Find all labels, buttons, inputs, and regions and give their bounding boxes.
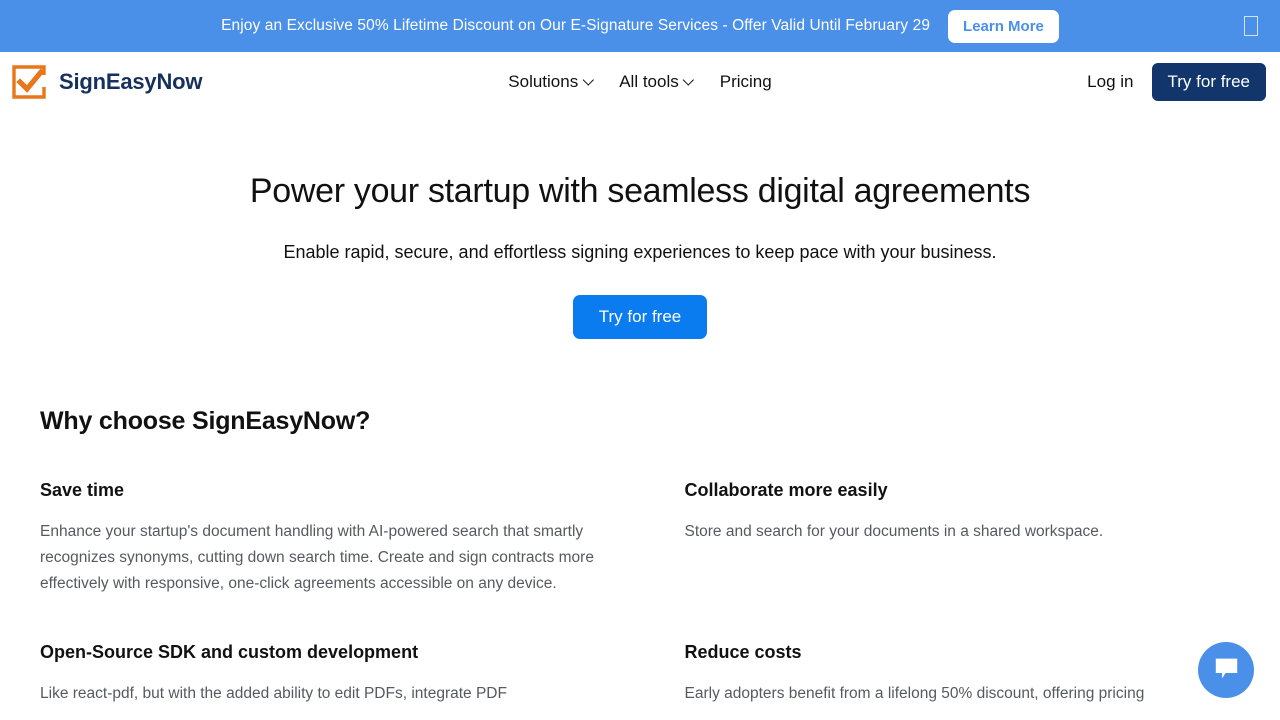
checkmark-logo-icon bbox=[10, 63, 48, 101]
feature-heading: Reduce costs bbox=[684, 641, 802, 662]
features-section: Why choose SignEasyNow? Save time Enhanc… bbox=[0, 339, 1280, 706]
promo-banner: Enjoy an Exclusive 50% Lifetime Discount… bbox=[0, 0, 1280, 52]
hero-subtitle: Enable rapid, secure, and effortless sig… bbox=[283, 241, 997, 262]
nav-item-solutions[interactable]: Solutions bbox=[508, 72, 593, 92]
feature-body: Early adopters benefit from a lifelong 5… bbox=[684, 684, 1145, 702]
feature-body: Store and search for your documents in a… bbox=[684, 523, 1104, 541]
site-header: SignEasyNow Solutions All tools Pricing … bbox=[0, 52, 1280, 112]
learn-more-button[interactable]: Learn More bbox=[948, 9, 1059, 43]
nav-item-label: All tools bbox=[619, 72, 679, 91]
hero-try-for-free-button[interactable]: Try for free bbox=[572, 294, 708, 340]
login-link[interactable]: Log in bbox=[1087, 72, 1133, 92]
chevron-down-icon bbox=[584, 76, 593, 85]
feature-body: Like react-pdf, but with the added abili… bbox=[40, 684, 507, 702]
hero-title: Power your startup with seamless digital… bbox=[249, 172, 1031, 210]
chat-widget-button[interactable] bbox=[1198, 642, 1254, 698]
feature-heading: Save time bbox=[40, 480, 125, 501]
chevron-down-icon bbox=[685, 76, 694, 85]
feature-heading: Collaborate more easily bbox=[684, 480, 888, 501]
hero-section: Power your startup with seamless digital… bbox=[0, 112, 1280, 340]
close-icon[interactable] bbox=[1244, 16, 1258, 36]
feature-heading: Open-Source SDK and custom development bbox=[40, 641, 419, 662]
nav-item-all-tools[interactable]: All tools bbox=[619, 72, 694, 92]
features-section-title: Why choose SignEasyNow? bbox=[40, 407, 371, 436]
feature-card-collaborate: Collaborate more easily Store and search… bbox=[685, 480, 1241, 596]
feature-body: Enhance your startup's document handling… bbox=[40, 523, 594, 592]
nav-item-label: Pricing bbox=[719, 72, 772, 91]
feature-grid: Save time Enhance your startup's documen… bbox=[40, 480, 1240, 706]
promo-banner-content: Enjoy an Exclusive 50% Lifetime Discount… bbox=[221, 9, 1059, 43]
main-navigation: Solutions All tools Pricing bbox=[508, 72, 771, 92]
chat-bubble-icon bbox=[1213, 656, 1240, 684]
nav-item-label: Solutions bbox=[508, 72, 579, 91]
header-actions: Log in Try for free bbox=[1087, 62, 1266, 102]
feature-card-open-source-sdk: Open-Source SDK and custom development L… bbox=[40, 642, 596, 707]
feature-card-save-time: Save time Enhance your startup's documen… bbox=[40, 480, 596, 596]
promo-banner-text: Enjoy an Exclusive 50% Lifetime Discount… bbox=[221, 17, 931, 34]
brand-logo[interactable]: SignEasyNow bbox=[10, 63, 202, 101]
header-try-for-free-button[interactable]: Try for free bbox=[1151, 62, 1266, 102]
feature-card-reduce-costs: Reduce costs Early adopters benefit from… bbox=[685, 642, 1241, 707]
nav-item-pricing[interactable]: Pricing bbox=[720, 72, 772, 92]
brand-name: SignEasyNow bbox=[59, 69, 203, 94]
